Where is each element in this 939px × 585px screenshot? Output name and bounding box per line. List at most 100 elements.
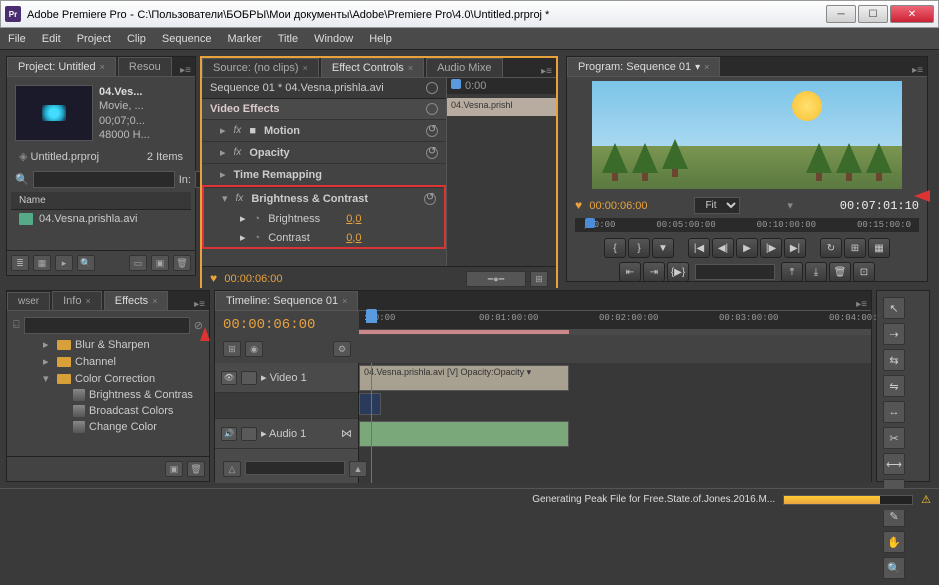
razor-tool[interactable]: ✂ [883, 427, 905, 449]
menu-sequence[interactable]: Sequence [162, 33, 212, 45]
tab-audio-mixer[interactable]: Audio Mixe [426, 58, 502, 77]
timeline-ruler[interactable]: :00:00 00:01:00:00 00:02:00:00 00:03:00:… [359, 311, 871, 329]
zoom-select[interactable]: Fit [694, 197, 740, 214]
eye-icon[interactable]: 👁 [221, 371, 237, 385]
find-icon[interactable]: 🔍 [77, 255, 95, 271]
step-back-button[interactable]: ◀| [712, 238, 734, 258]
program-viewer[interactable] [592, 81, 902, 189]
playhead-icon[interactable] [585, 218, 595, 228]
menu-help[interactable]: Help [369, 33, 392, 45]
effects-tree-item[interactable]: Brightness & Contras [11, 387, 205, 403]
slip-tool[interactable]: ⟷ [883, 453, 905, 475]
selection-tool[interactable]: ↖ [883, 297, 905, 319]
playhead-line[interactable] [371, 363, 372, 483]
menu-file[interactable]: File [8, 33, 26, 45]
tab-resource[interactable]: Resou [118, 57, 172, 76]
lift-button[interactable]: ⤒ [781, 262, 803, 282]
panel-menu-icon[interactable]: ▸≡ [176, 65, 195, 76]
effect-brightness-contrast[interactable]: ▾fxBrightness & Contrast [204, 187, 444, 209]
close-icon[interactable]: × [100, 62, 105, 72]
automate-icon[interactable]: ▸ [55, 255, 73, 271]
rolling-edit-tool[interactable]: ⇋ [883, 375, 905, 397]
effects-tree-item[interactable]: ▾Color Correction [11, 370, 205, 387]
effects-tree-item[interactable]: ▸Blur & Sharpen [11, 336, 205, 353]
panel-menu-icon[interactable]: ▸≡ [190, 299, 209, 310]
lock-icon[interactable] [241, 427, 257, 441]
output-button[interactable]: ▦ [868, 238, 890, 258]
column-header-name[interactable]: Name [11, 192, 191, 210]
tab-source[interactable]: Source: (no clips) × [202, 58, 319, 77]
effect-timeline-clip[interactable]: 04.Vesna.prishl [447, 98, 556, 116]
program-current-time[interactable]: ♥ 00:00:06:00 [575, 199, 648, 213]
stopwatch-icon[interactable]: ◔ [254, 232, 261, 244]
snap-icon[interactable]: ⊞ [223, 341, 241, 357]
tab-browser[interactable]: wser [7, 292, 50, 310]
tab-timeline[interactable]: Timeline: Sequence 01 × [215, 291, 358, 310]
tab-info[interactable]: Info × [52, 291, 102, 310]
mark-in-button[interactable]: { [604, 238, 626, 258]
jog-control[interactable] [695, 264, 775, 280]
effects-search-input[interactable] [24, 317, 190, 334]
hand-tool[interactable]: ✋ [883, 531, 905, 553]
effect-opacity[interactable]: ▸fxOpacity [202, 141, 446, 163]
next-edit-button[interactable]: ⇥ [643, 262, 665, 282]
mark-out-button[interactable]: } [628, 238, 650, 258]
safe-margins-button[interactable]: ⊞ [844, 238, 866, 258]
loop-button[interactable]: ↻ [820, 238, 842, 258]
close-button[interactable]: ✕ [890, 5, 934, 23]
menu-title[interactable]: Title [278, 33, 298, 45]
track-video-1[interactable]: 👁 ▸ Video 1 [215, 363, 358, 393]
tab-project[interactable]: Project: Untitled × [7, 57, 116, 76]
effects-tree-item[interactable]: Change Color [11, 419, 205, 435]
reset-icon[interactable] [426, 147, 438, 159]
reset-icon[interactable] [426, 125, 438, 137]
tab-program[interactable]: Program: Sequence 01 ▾ × [567, 57, 720, 76]
timeline-clip-video[interactable]: 04.Vesna.prishla.avi [V] Opacity:Opacity… [359, 365, 569, 391]
trash-icon[interactable]: 🗑 [173, 255, 191, 271]
zoom-tool[interactable]: 🔍 [883, 557, 905, 579]
menu-project[interactable]: Project [77, 33, 111, 45]
new-bin-icon[interactable]: ▭ [129, 255, 147, 271]
search-input[interactable] [33, 171, 175, 188]
show-hide-icon[interactable] [426, 82, 438, 94]
effect-timeline-ruler[interactable]: 0:00 [447, 78, 556, 94]
effects-tree-item[interactable]: Broadcast Colors [11, 403, 205, 419]
panel-menu-icon[interactable]: ▸≡ [537, 66, 556, 77]
toggle-icon[interactable]: ⊞ [530, 271, 548, 287]
extract-button[interactable]: ⤓ [805, 262, 827, 282]
speaker-icon[interactable]: 🔊 [221, 427, 237, 441]
warning-icon[interactable]: ⚠ [921, 493, 931, 506]
marker-icon[interactable]: ◉ [245, 341, 263, 357]
settings-icon[interactable]: ⚙ [333, 341, 351, 357]
param-brightness[interactable]: ▸◔Brightness0,0 [204, 209, 444, 228]
effect-motion[interactable]: ▸fx■Motion [202, 119, 446, 141]
new-item-icon[interactable]: ▣ [151, 255, 169, 271]
play-button[interactable]: ▶ [736, 238, 758, 258]
menu-marker[interactable]: Marker [227, 33, 261, 45]
new-bin-icon[interactable]: ▣ [165, 461, 183, 477]
zoom-out-icon[interactable]: △ [223, 461, 241, 477]
tab-effects[interactable]: Effects × [104, 291, 169, 310]
playhead-icon[interactable] [366, 309, 377, 323]
zoom-in-icon[interactable]: ▲ [349, 461, 367, 477]
menu-edit[interactable]: Edit [42, 33, 61, 45]
lock-icon[interactable] [241, 371, 257, 385]
timeline-timecode[interactable]: 00:00:06:00 [223, 317, 351, 333]
project-item[interactable]: 04.Vesna.prishla.avi [11, 210, 191, 228]
effect-timecode[interactable]: ♥ 00:00:06:00 [210, 272, 283, 286]
step-fwd-button[interactable]: |▶ [760, 238, 782, 258]
timeline-track-area[interactable]: 04.Vesna.prishla.avi [V] Opacity:Opacity… [359, 363, 871, 483]
param-contrast[interactable]: ▸◔Contrast0,0 [204, 228, 444, 247]
set-marker-button[interactable]: ▼ [652, 238, 674, 258]
effects-tree-item[interactable]: ▸Channel [11, 353, 205, 370]
stopwatch-icon[interactable]: ◔ [254, 213, 261, 225]
dropdown-icon[interactable]: ▾ [787, 199, 793, 212]
goto-out-button[interactable]: ▶| [784, 238, 806, 258]
prev-edit-button[interactable]: ⇤ [619, 262, 641, 282]
ripple-edit-tool[interactable]: ⇆ [883, 349, 905, 371]
track-audio-1[interactable]: 🔊 ▸ Audio 1 ⋈ [215, 419, 358, 449]
tab-effect-controls[interactable]: Effect Controls × [321, 58, 424, 77]
play-inout-button[interactable]: {▶} [667, 262, 689, 282]
export-frame-button[interactable]: ⊡ [853, 262, 875, 282]
program-ruler[interactable]: ;00:0000:05:00:0000:10:00:0000:15:00:0 [575, 218, 919, 232]
